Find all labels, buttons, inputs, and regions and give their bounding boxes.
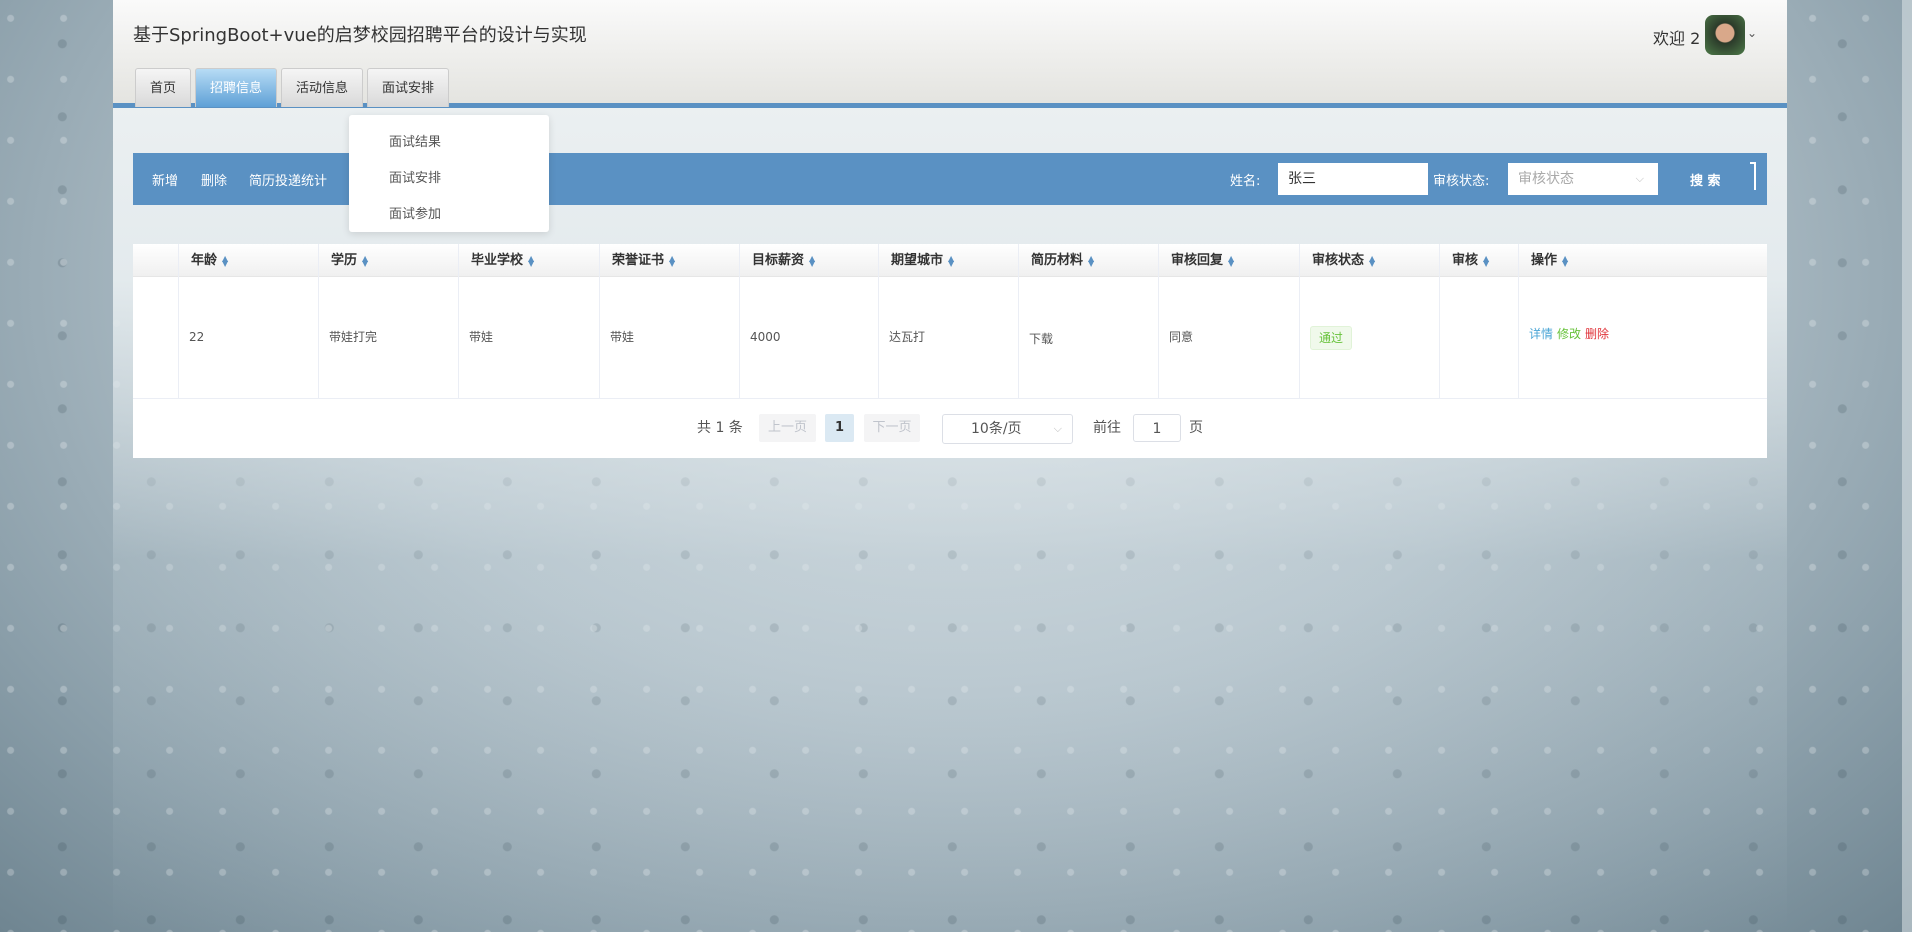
sort-icon: ▲ ▼: [1088, 253, 1095, 268]
name-label: 姓名:: [1230, 174, 1261, 189]
pagination: 共 1 条 上一页 1 下一页 10条/页 ⌵ 前往 1 页: [133, 414, 1767, 444]
tab-home[interactable]: 首页: [135, 68, 192, 107]
cell-school: 带娃: [458, 277, 599, 398]
sort-icon: ▲ ▼: [809, 253, 816, 268]
cell-age: 22: [178, 277, 318, 398]
page-size-select[interactable]: 10条/页 ⌵: [942, 414, 1073, 444]
page-suffix: 页: [1189, 420, 1203, 436]
delete-button[interactable]: 删除: [201, 170, 227, 189]
stats-button[interactable]: 简历投递统计: [249, 170, 327, 189]
col-education[interactable]: 学历 ▲ ▼: [318, 244, 458, 277]
chevron-down-icon: ⌵: [1635, 172, 1644, 185]
sort-icon: ▲ ▼: [362, 253, 369, 268]
menu-item-interview-result[interactable]: 面试结果: [349, 125, 549, 161]
page-1-button[interactable]: 1: [825, 414, 854, 442]
sort-icon: ▲ ▼: [1562, 253, 1569, 268]
tab-activities[interactable]: 活动信息: [281, 68, 364, 107]
goto-page-input[interactable]: 1: [1133, 414, 1181, 442]
col-salary[interactable]: 目标薪资 ▲ ▼: [739, 244, 878, 277]
cell-education: 带娃打完: [318, 277, 458, 398]
sort-icon: ▲ ▼: [1369, 253, 1376, 268]
col-resume[interactable]: 简历材料 ▲ ▼: [1018, 244, 1158, 277]
sort-icon: ▲ ▼: [1483, 253, 1490, 268]
cell-city: 达瓦打: [878, 277, 1018, 398]
tab-recruitment[interactable]: 招聘信息: [195, 68, 278, 107]
name-input[interactable]: 张三: [1278, 163, 1428, 195]
col-city[interactable]: 期望城市 ▲ ▼: [878, 244, 1018, 277]
next-page-button[interactable]: 下一页: [864, 414, 920, 442]
cell-resume-download[interactable]: 下载: [1018, 277, 1158, 398]
data-table: 年龄 ▲ ▼ 学历 ▲ ▼ 毕业学校 ▲ ▼ 荣誉证书 ▲ ▼ 目标薪资 ▲ ▼ 期望城市 ▲ ▼ 简历…: [133, 244, 1767, 458]
status-placeholder: 审核状态: [1518, 171, 1574, 187]
col-certificate[interactable]: 荣誉证书 ▲ ▼: [599, 244, 739, 277]
tab-interview[interactable]: 面试安排: [367, 68, 450, 107]
table-header: 年龄 ▲ ▼ 学历 ▲ ▼ 毕业学校 ▲ ▼ 荣誉证书 ▲ ▼ 目标薪资 ▲ ▼ 期望城市 ▲ ▼ 简历…: [133, 244, 1767, 277]
cell-audit: [1439, 277, 1518, 398]
chevron-down-icon[interactable]: ⌄: [1747, 26, 1757, 40]
nav-tabs: 首页 招聘信息 活动信息 面试安排: [135, 68, 450, 107]
page-title: 基于SpringBoot+vue的启梦校园招聘平台的设计与实现: [133, 25, 587, 46]
scrollbar[interactable]: [1902, 0, 1912, 932]
status-select[interactable]: 审核状态 ⌵: [1508, 163, 1658, 195]
sort-icon: ▲ ▼: [222, 253, 229, 268]
total-count: 共 1 条: [697, 420, 743, 436]
col-actions[interactable]: 操作 ▲ ▼: [1518, 244, 1767, 277]
menu-item-interview-schedule[interactable]: 面试安排: [349, 161, 549, 197]
menu-item-interview-attend[interactable]: 面试参加: [349, 197, 549, 233]
sort-icon: ▲ ▼: [528, 253, 535, 268]
add-button[interactable]: 新增: [152, 170, 178, 189]
prev-page-button[interactable]: 上一页: [759, 414, 816, 442]
col-reply[interactable]: 审核回复 ▲ ▼: [1158, 244, 1299, 277]
status-label: 审核状态:: [1433, 174, 1490, 189]
chevron-down-icon: ⌵: [1053, 422, 1062, 435]
sort-icon: ▲ ▼: [1228, 253, 1235, 268]
cell-salary: 4000: [739, 277, 878, 398]
col-audit[interactable]: 审核 ▲ ▼: [1439, 244, 1518, 277]
welcome-text: 欢迎 2: [1653, 29, 1701, 48]
detail-link[interactable]: 详情: [1529, 327, 1553, 341]
sort-icon: ▲ ▼: [669, 253, 676, 268]
goto-label: 前往: [1093, 420, 1121, 436]
interview-dropdown-menu: 面试结果 面试安排 面试参加: [349, 115, 549, 232]
col-age[interactable]: 年龄 ▲ ▼: [178, 244, 318, 277]
sort-icon: ▲ ▼: [948, 253, 955, 268]
cell-reply: 同意: [1158, 277, 1299, 398]
cell-actions: 详情 修改 删除: [1518, 277, 1767, 398]
cell-certificate: 带娃: [599, 277, 739, 398]
status-badge: 通过: [1310, 325, 1353, 350]
col-status[interactable]: 审核状态 ▲ ▼: [1299, 244, 1439, 277]
header: 基于SpringBoot+vue的启梦校园招聘平台的设计与实现 欢迎 2 ⌄ 首…: [113, 0, 1787, 108]
col-school[interactable]: 毕业学校 ▲ ▼: [458, 244, 599, 277]
avatar[interactable]: [1705, 15, 1745, 55]
cell-status: 通过: [1299, 277, 1439, 398]
divider: [1750, 162, 1756, 190]
edit-link[interactable]: 修改: [1557, 327, 1581, 341]
search-button[interactable]: 搜 索: [1690, 170, 1721, 189]
delete-link[interactable]: 删除: [1585, 327, 1609, 341]
